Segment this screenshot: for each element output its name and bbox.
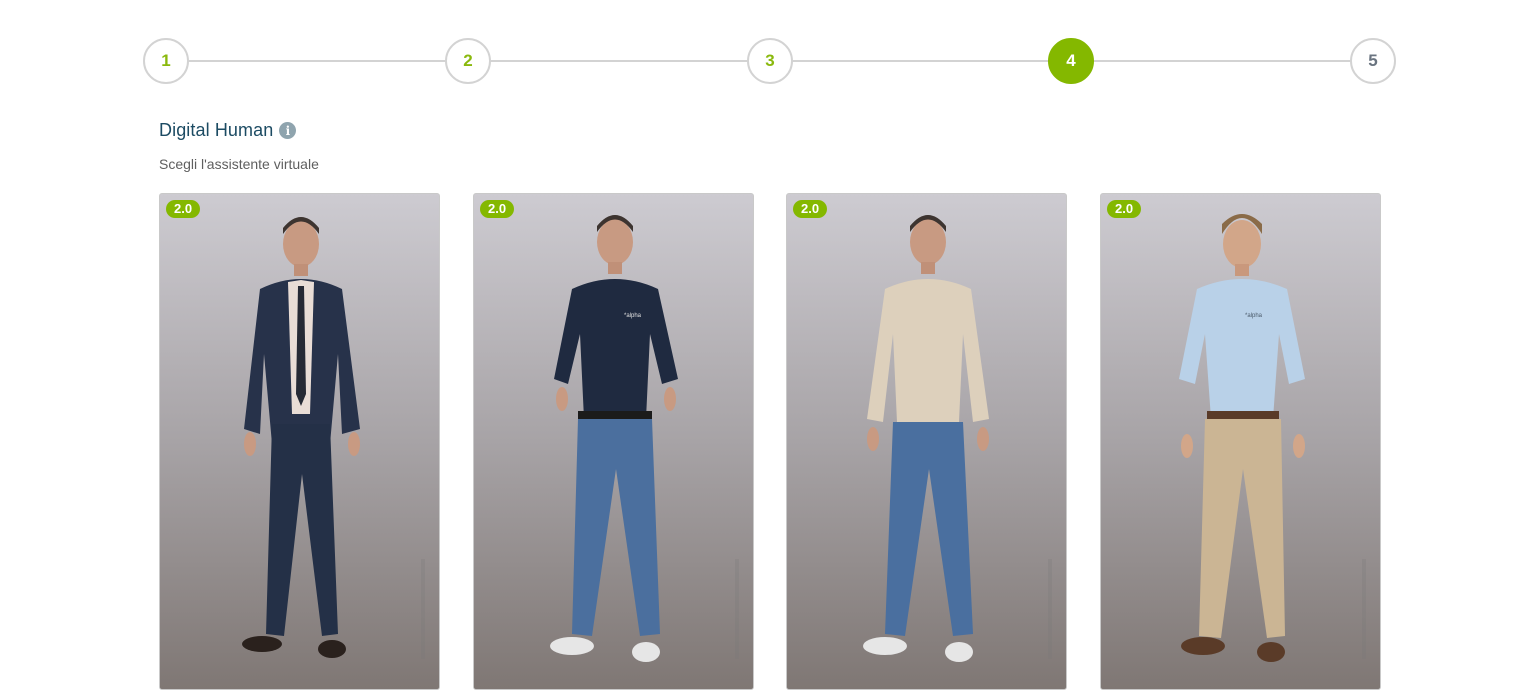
avatar-card-blue-shirt-chinos[interactable]: *alpha 2.0 (1100, 193, 1381, 690)
version-badge: 2.0 (480, 200, 515, 218)
avatar-card-sweater-jeans[interactable]: 2.0 (786, 193, 1067, 690)
avatar-image (863, 215, 989, 662)
watermark (421, 559, 425, 659)
step-1[interactable]: 1 (143, 38, 189, 84)
svg-text:*alpha: *alpha (1245, 313, 1263, 319)
avatar-image: *alpha (1179, 214, 1305, 662)
section-subtitle: Scegli l'assistente virtuale (159, 156, 319, 172)
watermark (1048, 559, 1052, 659)
version-badge: 2.0 (1107, 200, 1142, 218)
avatar-card-suit[interactable]: 2.0 (159, 193, 440, 690)
svg-text:*alpha: *alpha (624, 313, 642, 319)
avatar-card-shirt-jeans[interactable]: *alpha 2.0 (473, 193, 754, 690)
step-3[interactable]: 3 (747, 38, 793, 84)
info-icon[interactable]: i (279, 122, 297, 139)
section-title: Digital Human (159, 120, 274, 140)
watermark (1362, 559, 1366, 659)
step-5[interactable]: 5 (1350, 38, 1396, 84)
avatar-image (242, 217, 360, 658)
step-2[interactable]: 2 (445, 38, 491, 84)
version-badge: 2.0 (166, 200, 201, 218)
version-badge: 2.0 (793, 200, 828, 218)
step-4[interactable]: 4 (1048, 38, 1094, 84)
watermark (735, 559, 739, 659)
section-header: Digital Human i (159, 120, 297, 141)
progress-stepper: 1 2 3 4 5 (143, 38, 1397, 84)
avatar-image: *alpha (550, 215, 678, 662)
